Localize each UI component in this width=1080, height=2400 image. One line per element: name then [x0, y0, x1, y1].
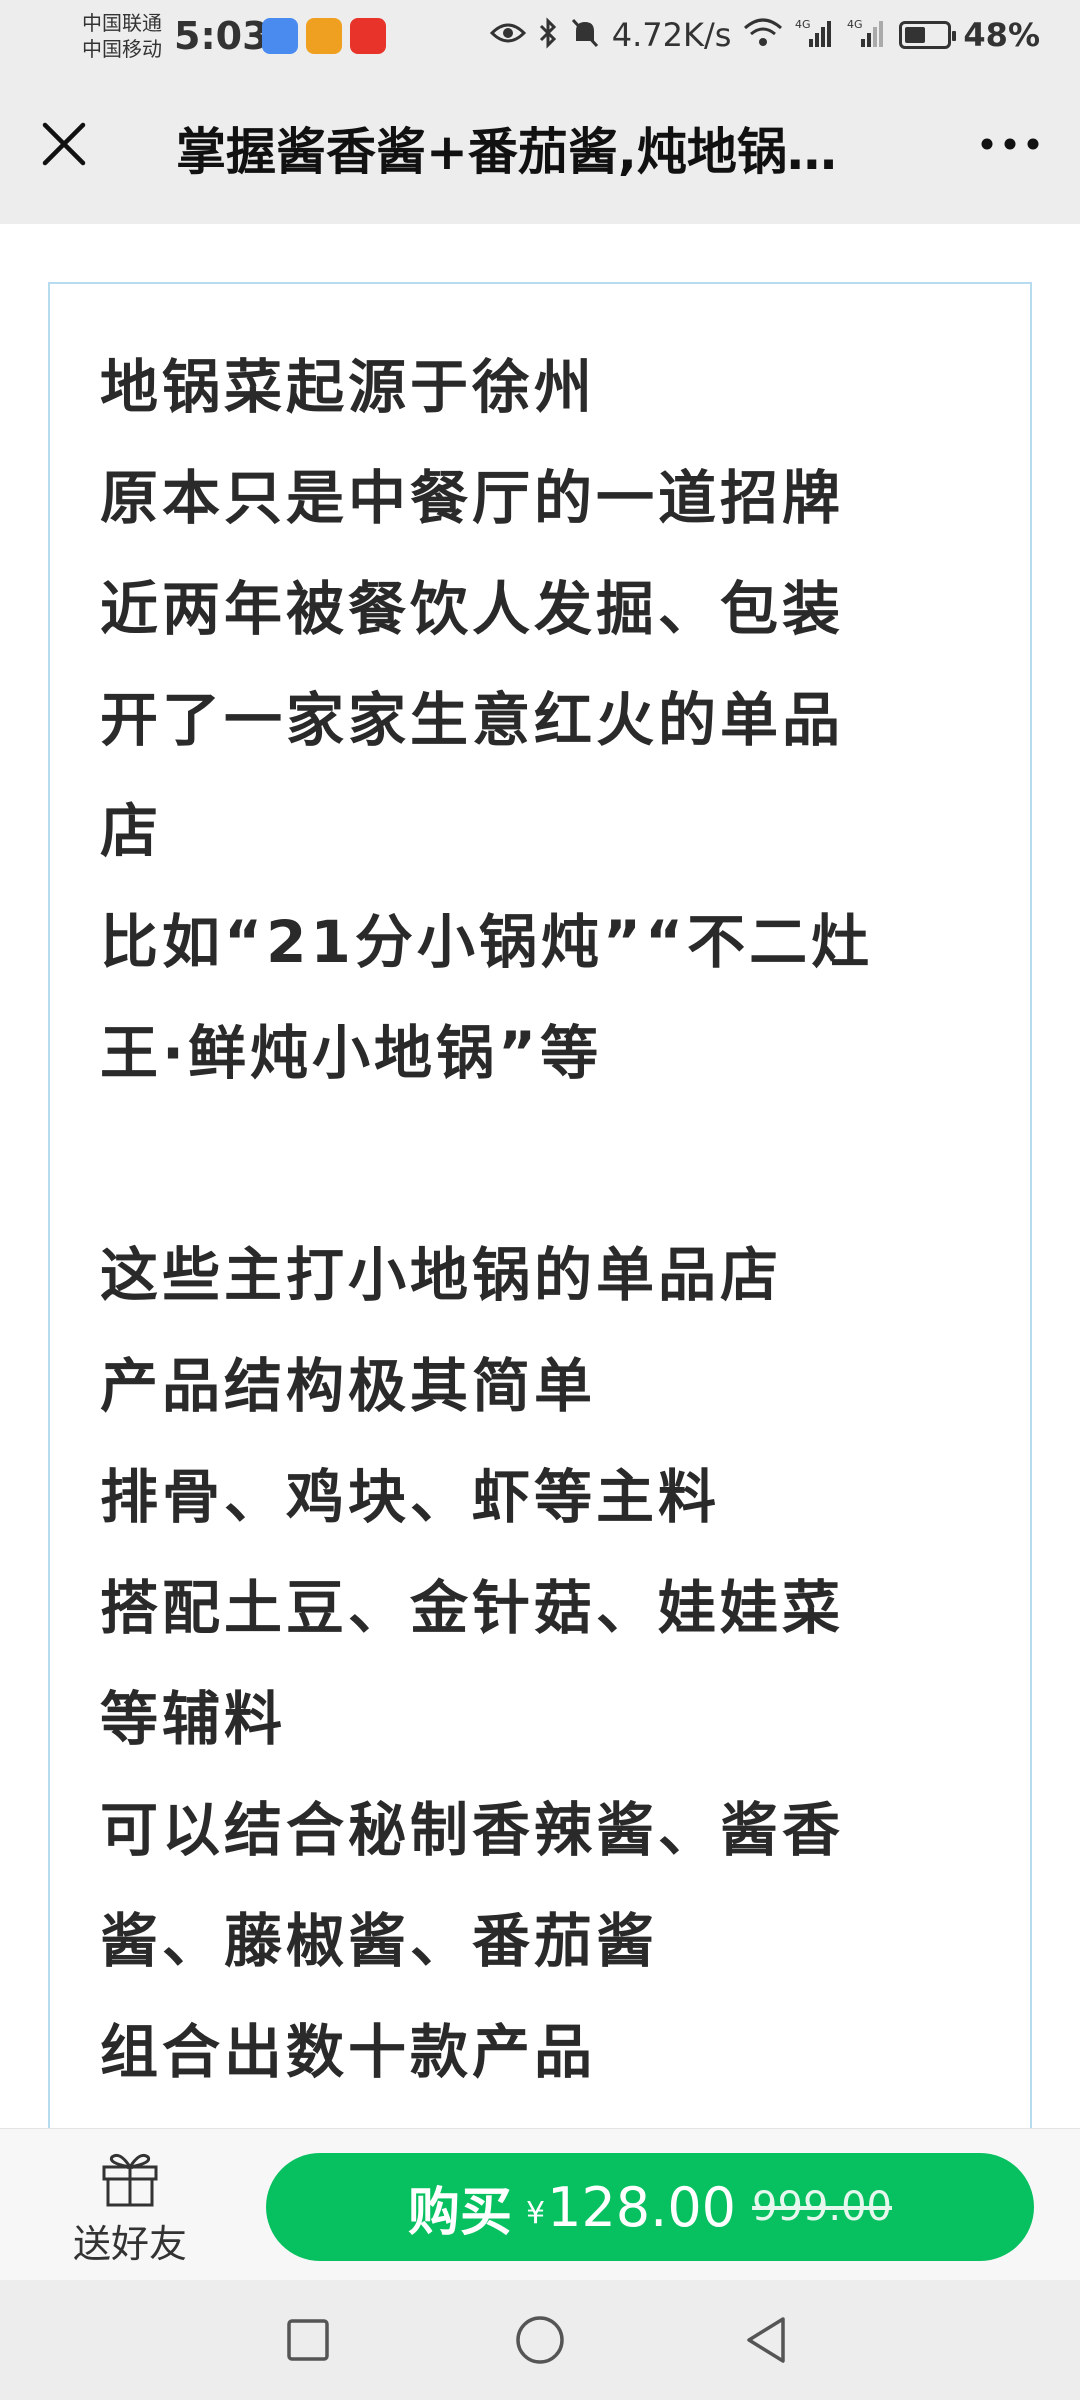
recent-apps-button[interactable]	[278, 2310, 338, 2370]
original-price: 999.00	[752, 2184, 893, 2230]
article-line: 地锅菜起源于徐州	[100, 353, 597, 421]
buy-label: 购买	[407, 2182, 512, 2243]
carrier-info: 中国联通 中国移动	[82, 10, 162, 62]
mute-bell-icon	[570, 17, 600, 53]
carrier-1: 中国联通	[82, 11, 162, 35]
article-text: 地锅菜起源于徐州原本只是中餐厅的一道招牌 近两年被餐饮人发掘、包装 开了一家家生意红…	[100, 332, 1000, 2108]
more-dots-icon	[981, 138, 1039, 150]
home-icon	[516, 2316, 564, 2364]
send-to-friend-label: 送好友	[72, 2222, 187, 2266]
article-content[interactable]: 地锅菜起源于徐州原本只是中餐厅的一道招牌 近两年被餐饮人发掘、包装 开了一家家生意红…	[0, 224, 1080, 2128]
bluetooth-icon	[538, 17, 558, 53]
article-line: 近两年被餐饮人发掘、包装	[100, 575, 845, 643]
gift-icon	[102, 2153, 158, 2207]
article-line: 这些主打小地锅的单品店	[100, 1241, 783, 1309]
page-title: 掌握酱香酱+番茄酱,炖地锅…	[176, 123, 837, 181]
signal-icon: 4G	[795, 17, 835, 53]
status-bar: 中国联通 中国移动 5:03 4.72K/s 4G 4G 48%	[0, 0, 1080, 72]
currency-symbol: ¥	[526, 2195, 546, 2231]
wifi-icon	[743, 18, 783, 52]
article-line: 王·鲜炖小地锅”等	[100, 1019, 603, 1087]
signal-icon: 4G	[847, 17, 887, 53]
eye-icon	[489, 19, 526, 51]
buy-button[interactable]: 购买 ¥ 128.00 999.00	[266, 2153, 1034, 2261]
article-line: 开了一家家生意红火的单品	[100, 686, 845, 754]
notification-badges	[262, 18, 386, 54]
battery-percent: 48%	[963, 16, 1040, 54]
close-button[interactable]	[28, 108, 100, 180]
system-nav-bar	[0, 2280, 1080, 2400]
article-line: 店	[100, 797, 163, 865]
notification-app-icon	[262, 18, 298, 54]
battery-icon	[899, 21, 957, 49]
notification-app-icon	[350, 18, 386, 54]
article-line: 等辅料	[100, 1685, 287, 1753]
status-icons: 4.72K/s 4G 4G 48%	[489, 16, 1040, 54]
title-bar: 掌握酱香酱+番茄酱,炖地锅…	[0, 72, 1080, 224]
status-time: 5:03	[174, 14, 269, 58]
more-button[interactable]	[970, 112, 1050, 176]
article-line	[100, 1109, 1000, 1220]
action-bar: 送好友 购买 ¥ 128.00 999.00	[0, 2128, 1080, 2280]
article-line: 可以结合秘制香辣酱、酱香	[100, 1796, 845, 1864]
article-line: 产品结构极其简单	[100, 1352, 597, 1420]
article-line: 酱、藤椒酱、番茄酱	[100, 1907, 659, 1975]
home-button[interactable]	[510, 2310, 570, 2370]
article-line: 比如“21分小锅炖”“不二灶	[100, 908, 874, 976]
article-line: 搭配土豆、金针菇、娃娃菜	[100, 1574, 845, 1642]
article-line: 组合出数十款产品	[100, 2018, 597, 2086]
close-icon	[42, 122, 86, 166]
send-to-friend-button[interactable]: 送好友	[60, 2147, 200, 2267]
article-line: 排骨、鸡块、虾等主料	[100, 1463, 721, 1531]
carrier-2: 中国移动	[82, 37, 162, 61]
recent-apps-icon	[287, 2319, 329, 2361]
notification-app-icon	[306, 18, 342, 54]
network-speed: 4.72K/s	[611, 16, 732, 54]
price: 128.00	[547, 2175, 737, 2239]
battery-level-fill	[905, 27, 925, 43]
signal-2-label: 4G	[847, 18, 863, 31]
signal-1-label: 4G	[795, 18, 811, 31]
article-box: 地锅菜起源于徐州原本只是中餐厅的一道招牌 近两年被餐饮人发掘、包装 开了一家家生意红…	[48, 282, 1032, 2128]
back-button[interactable]	[736, 2310, 796, 2370]
article-line: 原本只是中餐厅的一道招牌	[100, 464, 845, 532]
back-icon	[747, 2317, 785, 2363]
